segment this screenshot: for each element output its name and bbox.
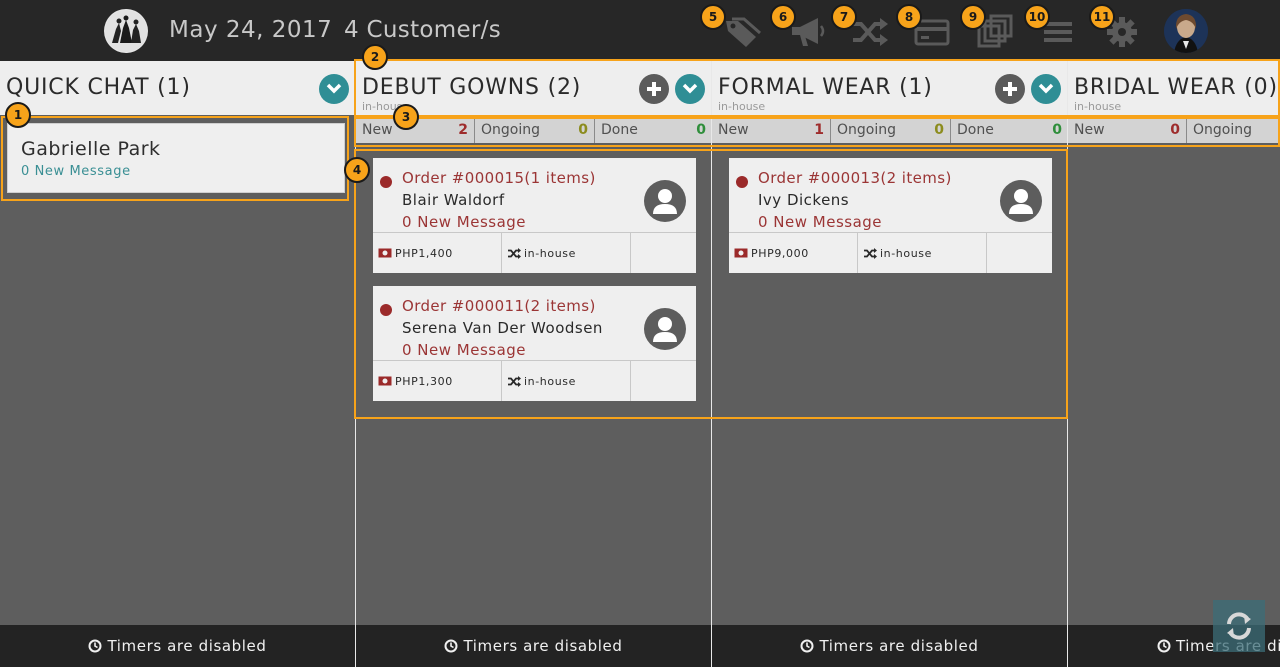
order-extra-cell <box>630 361 696 401</box>
header-customer-count: 4 Customer/s <box>344 17 501 43</box>
order-extra-cell <box>986 233 1052 273</box>
debut-gowns-add-button[interactable] <box>639 74 669 104</box>
order-new-message: 0 New Message <box>758 213 883 231</box>
quick-chat-title: QUICK CHAT (1) <box>6 75 191 100</box>
badge-4: 4 <box>344 157 370 183</box>
user-placeholder-icon <box>644 180 686 222</box>
order-title: Order #000013(2 items) <box>758 169 952 187</box>
order-extra-cell <box>630 233 696 273</box>
order-price: PHP9,000 <box>729 233 857 273</box>
order-type: in-house <box>501 361 630 401</box>
quick-chat-expand-button[interactable] <box>319 74 349 104</box>
column-formal-wear: FORMAL WEAR (1) in-house New 1 Ongoing 0 D… <box>711 61 1067 667</box>
status-dot <box>736 176 748 188</box>
badge-8: 8 <box>896 4 922 30</box>
clock-icon <box>444 639 458 653</box>
logo-icon[interactable] <box>104 9 148 53</box>
chevron-down-icon <box>326 83 342 94</box>
plus-icon <box>1003 82 1017 96</box>
order-title: Order #000011(2 items) <box>402 297 596 315</box>
user-placeholder-icon <box>644 308 686 350</box>
chat-new-message-count: 0 New Message <box>21 164 131 179</box>
bridal-wear-stats: New 0 Ongoing <box>1068 119 1280 143</box>
badge-5: 5 <box>700 4 726 30</box>
money-icon <box>378 248 392 258</box>
order-new-message: 0 New Message <box>402 341 527 359</box>
clock-icon <box>88 639 102 653</box>
refresh-icon <box>1227 612 1251 640</box>
user-placeholder-icon <box>1000 180 1042 222</box>
top-bar: May 24, 2017 4 Customer/s <box>0 0 1280 61</box>
badge-1: 1 <box>5 102 31 128</box>
shuffle-icon <box>864 247 877 259</box>
order-title: Order #000015(1 items) <box>402 169 596 187</box>
quick-chat-item[interactable]: Gabrielle Park 0 New Message <box>7 123 345 193</box>
stat-ongoing[interactable]: Ongoing 0 <box>830 119 950 143</box>
quick-chat-column: QUICK CHAT (1) Gabrielle Park 0 New Mess… <box>0 61 355 667</box>
formal-wear-title: FORMAL WEAR (1) <box>718 75 933 100</box>
debut-gowns-expand-button[interactable] <box>675 74 705 104</box>
plus-icon <box>647 82 661 96</box>
order-new-message: 0 New Message <box>402 213 527 231</box>
stat-done[interactable]: Done 0 <box>950 119 1067 143</box>
chat-customer-name: Gabrielle Park <box>21 138 161 160</box>
clock-icon <box>800 639 814 653</box>
order-card[interactable]: Order #000013(2 items) Ivy Dickens 0 New… <box>729 158 1052 273</box>
badge-10: 10 <box>1024 4 1050 30</box>
header-date: May 24, 2017 <box>169 17 333 43</box>
formal-wear-add-button[interactable] <box>995 74 1025 104</box>
chevron-down-icon <box>1038 83 1054 94</box>
order-card[interactable]: Order #000015(1 items) Blair Waldorf 0 N… <box>373 158 696 273</box>
badge-9: 9 <box>960 4 986 30</box>
quick-chat-header: QUICK CHAT (1) <box>0 61 355 115</box>
status-dot <box>380 304 392 316</box>
quick-chat-timer-status: Timers are disabled <box>0 625 355 667</box>
badge-6: 6 <box>770 4 796 30</box>
stat-done[interactable]: Done 0 <box>594 119 711 143</box>
status-dot <box>380 176 392 188</box>
refresh-button[interactable] <box>1213 600 1265 652</box>
formal-wear-stats: New 1 Ongoing 0 Done 0 <box>712 119 1067 143</box>
stat-ongoing[interactable]: Ongoing 0 <box>474 119 594 143</box>
tag-icon[interactable] <box>720 10 764 54</box>
stat-new[interactable]: New 1 <box>712 119 830 143</box>
shuffle-icon <box>508 247 521 259</box>
order-customer: Serena Van Der Woodsen <box>402 319 603 337</box>
badge-2: 2 <box>362 44 388 70</box>
column-debut-gowns: DEBUT GOWNS (2) in-house New 2 Ongoing 0 D… <box>355 61 711 667</box>
badge-3: 3 <box>393 104 419 130</box>
stat-new[interactable]: New 0 <box>1068 119 1186 143</box>
bridal-wear-title: BRIDAL WEAR (0) <box>1074 75 1278 100</box>
order-price: PHP1,300 <box>373 361 501 401</box>
order-customer: Blair Waldorf <box>402 191 505 209</box>
money-icon <box>734 248 748 258</box>
formal-wear-subtitle: in-house <box>718 100 766 113</box>
user-avatar[interactable] <box>1164 9 1208 53</box>
shuffle-icon <box>508 375 521 387</box>
badge-11: 11 <box>1089 4 1115 30</box>
formal-wear-timer-status: Timers are disabled <box>712 625 1067 667</box>
bridal-wear-subtitle: in-house <box>1074 100 1122 113</box>
formal-wear-header: FORMAL WEAR (1) in-house <box>712 61 1067 115</box>
debut-gowns-title: DEBUT GOWNS (2) <box>362 75 582 100</box>
order-card[interactable]: Order #000011(2 items) Serena Van Der Wo… <box>373 286 696 401</box>
order-footer: PHP9,000 in-house <box>729 232 1052 273</box>
order-footer: PHP1,400 in-house <box>373 232 696 273</box>
chevron-down-icon <box>682 83 698 94</box>
order-type: in-house <box>501 233 630 273</box>
bridal-wear-header: BRIDAL WEAR (0) in-house <box>1068 61 1280 115</box>
stat-ongoing[interactable]: Ongoing <box>1186 119 1280 143</box>
order-price: PHP1,400 <box>373 233 501 273</box>
money-icon <box>378 376 392 386</box>
order-customer: Ivy Dickens <box>758 191 850 209</box>
order-footer: PHP1,300 in-house <box>373 360 696 401</box>
badge-7: 7 <box>831 4 857 30</box>
debut-gowns-timer-status: Timers are disabled <box>356 625 711 667</box>
order-type: in-house <box>857 233 986 273</box>
formal-wear-expand-button[interactable] <box>1031 74 1061 104</box>
clock-icon <box>1157 639 1171 653</box>
column-bridal-wear: BRIDAL WEAR (0) in-house New 0 Ongoing Ti… <box>1067 61 1280 667</box>
